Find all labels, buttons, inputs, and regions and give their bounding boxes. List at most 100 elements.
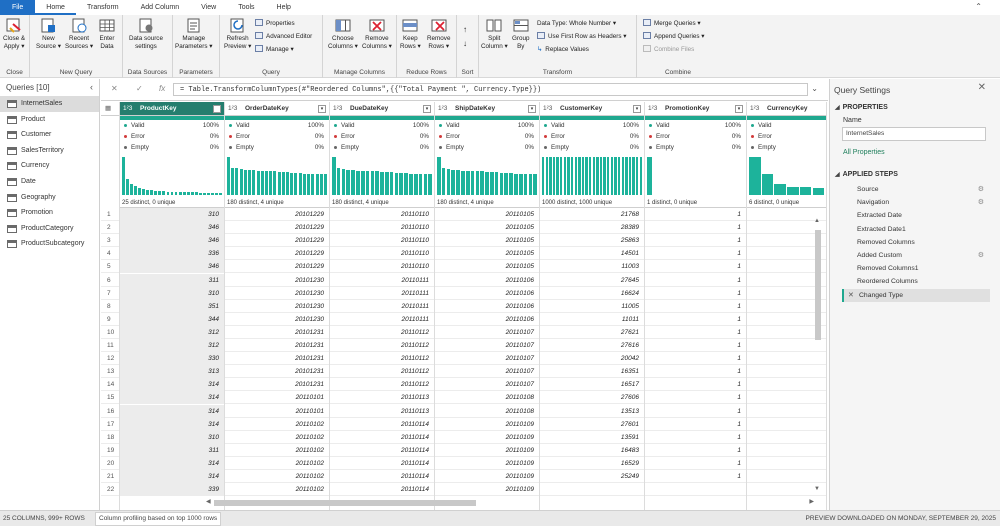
histogram-bar[interactable]	[556, 157, 559, 195]
table-cell[interactable]: 20101229	[225, 260, 329, 274]
tab-view[interactable]: View	[190, 0, 227, 15]
recent-sources-button[interactable]: Recent Sources ▾	[65, 18, 93, 51]
histogram-bar[interactable]	[523, 173, 528, 195]
table-cell[interactable]: 20110114	[330, 431, 434, 444]
histogram-bar[interactable]	[542, 157, 545, 195]
collapse-ribbon-icon[interactable]: ⌃	[975, 2, 982, 11]
table-cell[interactable]: 20110110	[330, 221, 434, 235]
row-number[interactable]: 11	[101, 339, 119, 353]
data-source-settings-button[interactable]: Data source settings	[129, 18, 163, 51]
table-cell[interactable]: 20110109	[435, 483, 539, 497]
query-item[interactable]: SalesTerritory	[0, 143, 99, 159]
histogram-bar[interactable]	[774, 183, 786, 195]
histogram-bar[interactable]	[269, 171, 273, 195]
filter-dropdown-icon[interactable]: ▾	[528, 105, 536, 113]
properties-button[interactable]: Properties	[255, 19, 295, 28]
table-cell[interactable]: 21768	[540, 208, 644, 222]
histogram-bar[interactable]	[461, 170, 465, 195]
table-cell[interactable]: 27601	[540, 418, 644, 431]
table-cell[interactable]: 11005	[540, 300, 644, 313]
table-cell[interactable]: 20110110	[330, 247, 434, 261]
table-cell[interactable]: 13591	[540, 431, 644, 444]
value-distribution-histogram[interactable]	[542, 157, 642, 195]
histogram-bar[interactable]	[260, 170, 264, 195]
table-cell[interactable]: 339	[120, 483, 224, 497]
table-cell[interactable]: 20110102	[225, 418, 329, 431]
tab-help[interactable]: Help	[266, 0, 302, 15]
table-cell[interactable]: 311	[120, 443, 224, 457]
row-number[interactable]: 19	[101, 444, 119, 457]
table-cell[interactable]: 20110111	[330, 274, 434, 287]
table-cell[interactable]: 314	[120, 378, 224, 392]
histogram-bar[interactable]	[134, 185, 137, 195]
histogram-bar[interactable]	[356, 170, 360, 195]
filter-dropdown-icon[interactable]: ▾	[318, 105, 326, 113]
table-cell[interactable]: 20110105	[435, 247, 539, 261]
table-cell[interactable]: 314	[120, 404, 224, 418]
histogram-bar[interactable]	[248, 169, 252, 195]
column-header[interactable]: 1²3 ShipDateKey ▾	[435, 102, 539, 116]
histogram-bar[interactable]	[311, 173, 315, 195]
value-distribution-histogram[interactable]	[332, 157, 432, 195]
table-cell[interactable]: 20101231	[225, 378, 329, 392]
histogram-bar[interactable]	[166, 191, 170, 195]
query-item[interactable]: Customer	[0, 127, 99, 143]
histogram-bar[interactable]	[632, 157, 635, 195]
histogram-bar[interactable]	[404, 172, 408, 195]
histogram-bar[interactable]	[365, 171, 370, 195]
histogram-bar[interactable]	[635, 157, 639, 195]
table-cell[interactable]: 20101230	[225, 274, 329, 287]
table-cell[interactable]: 1	[645, 457, 746, 470]
histogram-bar[interactable]	[514, 173, 518, 195]
row-number[interactable]: 9	[101, 313, 119, 326]
histogram-bar[interactable]	[552, 157, 556, 195]
value-distribution-histogram[interactable]	[227, 157, 327, 195]
histogram-bar[interactable]	[617, 157, 621, 195]
table-cell[interactable]: 25863	[540, 234, 644, 248]
table-cell[interactable]: 27645	[540, 274, 644, 287]
histogram-bar[interactable]	[761, 174, 774, 195]
table-cell[interactable]: 16517	[540, 378, 644, 392]
histogram-bar[interactable]	[399, 172, 404, 195]
table-cell[interactable]: 27621	[540, 326, 644, 339]
histogram-bar[interactable]	[294, 172, 298, 195]
close-apply-button[interactable]: Close & Apply ▾	[3, 18, 25, 51]
table-cell[interactable]: 20110107	[435, 365, 539, 379]
applied-steps-section[interactable]: ◢ APPLIED STEPS	[835, 171, 898, 178]
histogram-bar[interactable]	[239, 169, 243, 195]
delete-step-icon[interactable]: ✕	[848, 289, 854, 302]
horizontal-scrollbar[interactable]: ◀ ▶	[206, 498, 814, 508]
histogram-bar[interactable]	[446, 169, 451, 195]
table-cell[interactable]: 20101230	[225, 287, 329, 300]
row-number[interactable]: 12	[101, 352, 119, 366]
close-icon[interactable]: ✕	[978, 82, 986, 93]
table-cell[interactable]: 20110111	[330, 313, 434, 326]
table-cell[interactable]: 20110114	[330, 483, 434, 497]
table-cell[interactable]: 310	[120, 286, 224, 300]
scroll-up-icon[interactable]: ▲	[814, 218, 820, 224]
histogram-bar[interactable]	[190, 192, 194, 195]
table-cell[interactable]: 310	[120, 430, 224, 444]
row-number[interactable]: 7	[101, 287, 119, 300]
table-cell[interactable]: 1	[645, 274, 746, 287]
histogram-bar[interactable]	[610, 157, 614, 195]
remove-rows-button[interactable]: Remove Rows ▾	[427, 18, 450, 51]
histogram-bar[interactable]	[509, 172, 513, 195]
table-cell[interactable]: 16351	[540, 365, 644, 379]
histogram-bar[interactable]	[307, 173, 311, 195]
combine-files-button[interactable]: Combine Files	[643, 45, 694, 54]
query-item[interactable]: Product	[0, 112, 99, 128]
table-cell[interactable]: 346	[120, 234, 224, 248]
query-item[interactable]: Date	[0, 174, 99, 190]
table-cell[interactable]: 20110107	[435, 339, 539, 353]
table-cell[interactable]: 20110110	[330, 234, 434, 248]
table-cell[interactable]: 20101229	[225, 221, 329, 235]
histogram-bar[interactable]	[281, 172, 285, 195]
table-cell[interactable]: 20110114	[330, 418, 434, 431]
split-column-button[interactable]: Split Column ▾	[481, 18, 508, 51]
table-cell[interactable]: 20101231	[225, 352, 329, 366]
histogram-bar[interactable]	[336, 168, 341, 195]
table-cell[interactable]: 20110112	[330, 326, 434, 339]
histogram-bar[interactable]	[592, 157, 595, 195]
table-cell[interactable]: 27616	[540, 339, 644, 353]
